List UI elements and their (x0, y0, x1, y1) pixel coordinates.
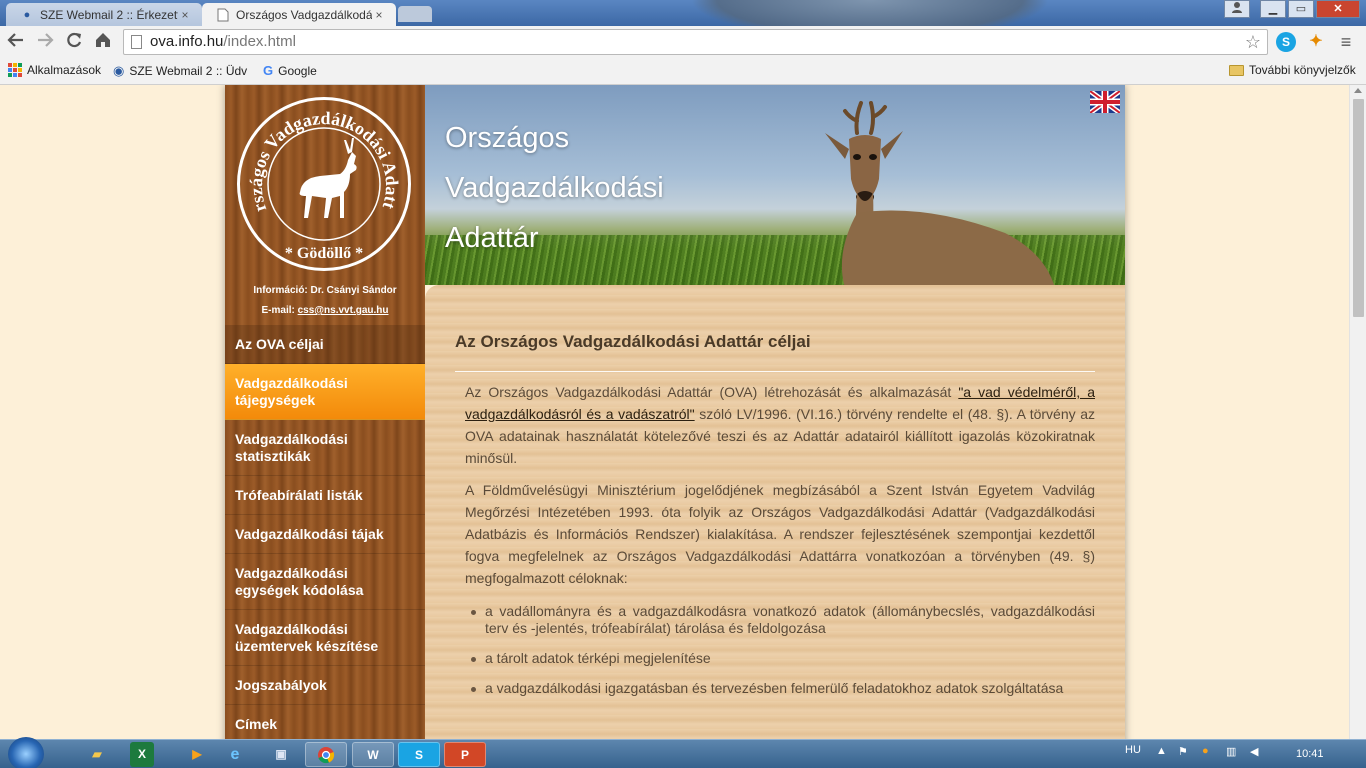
other-bookmarks-label: További könyvjelzők (1249, 63, 1356, 77)
page-heading: Az Országos Vadgazdálkodási Adattár célj… (455, 332, 811, 351)
google-icon: G (263, 63, 274, 78)
url-path: /index.html (223, 33, 296, 50)
apps-grid-icon (8, 63, 22, 77)
volume-icon[interactable]: ◀ (1250, 745, 1258, 758)
close-tab-icon[interactable]: × (178, 8, 192, 22)
word-icon[interactable]: W (352, 742, 394, 767)
extension-icon[interactable]: ✦ (1306, 32, 1326, 52)
site-title-line: Vadgazdálkodási (445, 172, 664, 204)
url-host: ova.info.hu (150, 33, 224, 50)
main-content: Az Országos Vadgazdálkodási Adattár célj… (425, 285, 1125, 739)
svg-text:* Gödöllő *: * Gödöllő * (285, 245, 363, 262)
paragraph-law: Az Országos Vadgazdálkodási Adattár (OVA… (465, 384, 1095, 466)
site-title: Országos Vadgazdálkodási Adattár (445, 113, 664, 263)
forward-arrow-icon[interactable] (33, 31, 57, 55)
webmail-icon: ◉ (113, 63, 125, 78)
folder-icon (1229, 64, 1244, 76)
contact-email-row: E-mail: css@ns.vvt.gau.hu (225, 303, 425, 323)
ova-logo: Országos Vadgazdálkodási Adattár * Gödöl… (237, 97, 411, 271)
bookmark-label: SZE Webmail 2 :: Üdv (129, 64, 248, 78)
skype-icon[interactable]: S (398, 742, 440, 767)
scroll-thumb[interactable] (1353, 99, 1364, 317)
list-item: a tárolt adatok térképi megjelenítése (455, 650, 1095, 667)
list-item: a vadgazdálkodási igazgatásban és tervez… (455, 680, 1095, 697)
menu-item-unit-coding[interactable]: Vadgazdálkodási egységek kódolása (225, 554, 425, 610)
maximize-button[interactable]: ▭ (1288, 0, 1314, 18)
start-button[interactable] (8, 737, 44, 768)
skype-extension-icon[interactable]: S (1276, 32, 1296, 52)
menu-item-management-plans[interactable]: Vadgazdálkodási üzemtervek készítése (225, 610, 425, 666)
contact-person: Információ: Dr. Csányi Sándor (253, 285, 397, 296)
browser-toolbar: ova.info.hu/index.html ☆ S ✦ ≡ (0, 26, 1366, 59)
menu-item-statistics[interactable]: Vadgazdálkodási statisztikák (225, 420, 425, 476)
goals-list: a vadállományra és a vadgazdálkodásra vo… (455, 603, 1095, 697)
bookmark-google[interactable]: G Google (263, 63, 317, 78)
network-icon[interactable]: ▥ (1226, 745, 1236, 758)
menu-item-addresses[interactable]: Címek (225, 705, 425, 739)
site-title-line: Adattár (445, 222, 539, 254)
page-icon (216, 8, 230, 22)
tab-webmail[interactable]: ● SZE Webmail 2 :: Érkezett × (6, 3, 202, 27)
tab-ova[interactable]: Országos Vadgazdálkodás × (202, 3, 396, 27)
site-container: Országos Vadgazdálkodási Adattár * Gödöl… (225, 85, 1125, 739)
powerpoint-icon[interactable]: P (444, 742, 486, 767)
bookmark-webmail[interactable]: ◉ SZE Webmail 2 :: Üdv (113, 63, 247, 79)
deer-icon (299, 138, 357, 218)
save-icon[interactable]: ▣ (260, 742, 302, 767)
minimize-button[interactable]: ▁ (1260, 0, 1286, 18)
reload-icon[interactable] (62, 31, 86, 55)
webmail-tab-icon: ● (23, 9, 31, 21)
menu-item-trophy-lists[interactable]: Trófeabírálati listák (225, 476, 425, 515)
chrome-icon[interactable] (305, 742, 347, 767)
main-menu: Az OVA céljai Vadgazdálkodási tájegysége… (225, 325, 425, 739)
roe-deer-image (825, 101, 1054, 285)
paragraph-history: A Földművelésügyi Minisztérium jogelődjé… (465, 482, 1095, 586)
list-item: a vadállományra és a vadgazdálkodásra vo… (455, 603, 1095, 637)
page-icon (131, 35, 142, 49)
bookmark-apps[interactable]: Alkalmazások (8, 63, 101, 77)
windows-taskbar: ▰ X ▶ e ▣ W S P HU ▲ ⚑ ● ▥ ◀ 10:41 (0, 737, 1366, 768)
page-scrollbar[interactable] (1349, 85, 1366, 739)
bookmark-star-icon[interactable]: ☆ (1245, 30, 1261, 54)
action-center-flag-icon[interactable]: ⚑ (1178, 745, 1188, 758)
article-body: Az Országos Vadgazdálkodási Adattár (OVA… (455, 381, 1095, 589)
tray-app-icon[interactable]: ● (1202, 745, 1209, 757)
header-banner: Országos Vadgazdálkodási Adattár (425, 85, 1125, 285)
close-window-button[interactable]: ✕ (1316, 0, 1360, 18)
explorer-icon[interactable]: ▰ (76, 742, 118, 767)
excel-icon[interactable]: X (130, 742, 154, 767)
menu-item-landscapes[interactable]: Vadgazdálkodási tájak (225, 515, 425, 554)
internet-explorer-icon[interactable]: e (214, 742, 256, 767)
menu-icon[interactable]: ≡ (1336, 32, 1356, 52)
bookmark-label: Alkalmazások (27, 63, 102, 77)
site-title-line: Országos (445, 122, 570, 154)
other-bookmarks[interactable]: További könyvjelzők (1229, 63, 1356, 77)
address-bar[interactable]: ova.info.hu/index.html ☆ (123, 29, 1268, 55)
email-link[interactable]: css@ns.vvt.gau.hu (298, 305, 389, 316)
email-label: E-mail: (261, 305, 295, 316)
sidebar: Országos Vadgazdálkodási Adattár * Gödöl… (225, 85, 425, 739)
clock[interactable]: 10:41 (1296, 748, 1324, 760)
bookmarks-bar: Alkalmazások ◉ SZE Webmail 2 :: Üdv G Go… (0, 59, 1366, 85)
menu-item-ova-goals[interactable]: Az OVA céljai (225, 325, 425, 364)
page-viewport: Országos Vadgazdálkodási Adattár * Gödöl… (0, 85, 1349, 739)
tab-title: Országos Vadgazdálkodás (236, 8, 372, 22)
menu-item-regions[interactable]: Vadgazdálkodási tájegységek (225, 364, 425, 420)
new-tab-button[interactable] (398, 6, 432, 22)
tab-title: SZE Webmail 2 :: Érkezett (40, 8, 178, 22)
close-tab-icon[interactable]: × (372, 8, 386, 22)
contact-info: Információ: Dr. Csányi Sándor E-mail: cs… (225, 283, 425, 323)
user-profile-icon[interactable] (1224, 0, 1250, 18)
heading-divider (455, 371, 1095, 372)
media-player-icon[interactable]: ▶ (176, 742, 218, 767)
show-hidden-icons-icon[interactable]: ▲ (1156, 745, 1167, 757)
english-flag-icon[interactable] (1090, 91, 1120, 113)
menu-item-legislation[interactable]: Jogszabályok (225, 666, 425, 705)
browser-title-bar: ● SZE Webmail 2 :: Érkezett × Országos V… (0, 0, 1366, 40)
home-icon[interactable] (91, 31, 115, 55)
language-indicator[interactable]: HU (1125, 744, 1141, 756)
scroll-up-icon[interactable] (1354, 88, 1362, 93)
back-arrow-icon[interactable] (4, 31, 28, 55)
bookmark-label: Google (278, 63, 317, 78)
